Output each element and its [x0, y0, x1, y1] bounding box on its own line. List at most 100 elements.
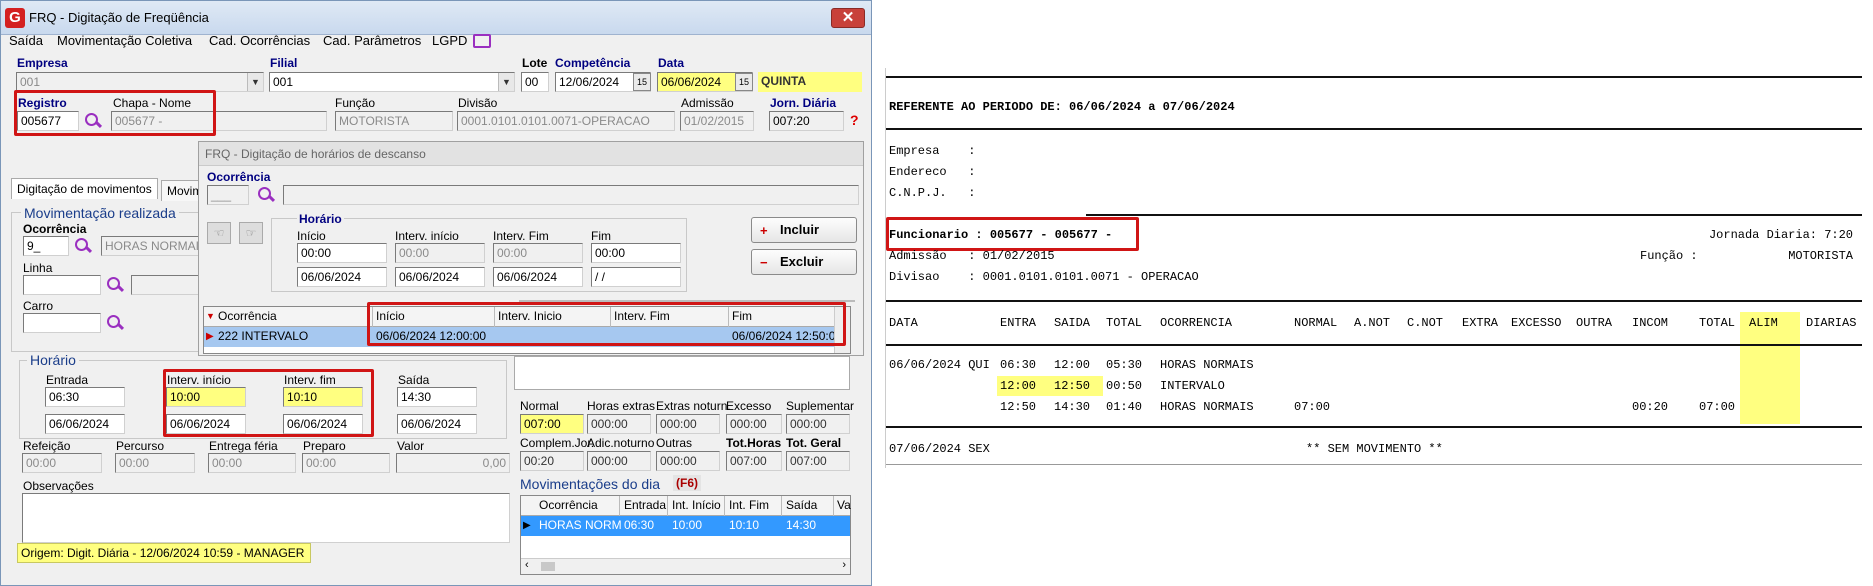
dialog-interv-fim-input[interactable]: 00:00 [493, 243, 583, 263]
suplementar-field: 000:00 [786, 414, 850, 434]
entrada-date-input[interactable]: 06/06/2024 [45, 414, 125, 434]
lgpd-icon[interactable] [473, 34, 491, 48]
col-saida[interactable]: Saída [786, 498, 817, 512]
menu-saida[interactable]: Saída [9, 33, 43, 48]
chevron-down-icon[interactable]: ▼ [498, 73, 514, 91]
hand-left-icon[interactable]: ☜ [207, 222, 231, 244]
interv-fim-label: Interv. fim [284, 373, 336, 387]
percurso-input[interactable]: 00:00 [115, 453, 195, 473]
mov-dia-title: Movimentações do dia [520, 476, 661, 492]
calendar-icon[interactable]: 15 [633, 73, 651, 91]
close-window-button[interactable]: ✕ [831, 8, 865, 28]
remove-icon: − [760, 255, 768, 270]
refeicao-input[interactable]: 00:00 [22, 453, 102, 473]
col-fim[interactable]: Fim [732, 309, 752, 323]
col-interv-inicio[interactable]: Interv. Inicio [498, 309, 562, 323]
hand-right-icon[interactable]: ☞ [239, 222, 263, 244]
filial-select[interactable]: 001 [269, 72, 515, 92]
search-icon[interactable] [74, 237, 92, 255]
sort-down-icon[interactable]: ▼ [206, 311, 215, 321]
entrada-input[interactable]: 06:30 [45, 387, 125, 407]
dialog-inicio-date[interactable]: 06/06/2024 [297, 267, 387, 287]
chevron-down-icon[interactable]: ▼ [247, 73, 263, 91]
interv-fim-date-input[interactable]: 06/06/2024 [283, 414, 363, 434]
entrega-feria-input[interactable]: 00:00 [208, 453, 296, 473]
menu-cad-ocorrencias[interactable]: Cad. Ocorrências [209, 33, 310, 48]
col-normal: NORMAL [1294, 316, 1338, 330]
help-icon[interactable]: ? [850, 112, 859, 128]
report-row1-date: 06/06/2024 QUI [889, 358, 990, 372]
vertical-scrollbar[interactable] [834, 307, 850, 353]
cell-ocorrencia: HORAS NORM [539, 518, 622, 532]
col-interv-fim[interactable]: Interv. Fim [614, 309, 670, 323]
chevron-right-icon[interactable]: › [842, 559, 846, 571]
preparo-input[interactable]: 00:00 [302, 453, 390, 473]
horas-extras-label: Horas extras [587, 399, 656, 413]
col-int-fim[interactable]: Int. Fim [729, 498, 769, 512]
app-logo-icon: G [5, 8, 25, 28]
menu-lgpd[interactable]: LGPD [432, 33, 467, 48]
jornada-field: 007:20 [769, 111, 844, 131]
report-row1-saida: 12:00 [1054, 358, 1091, 372]
registro-input[interactable]: 005677 [17, 111, 79, 131]
interv-fim-input[interactable]: 10:10 [283, 387, 363, 407]
tab-digitacao-movimentos[interactable]: Digitação de movimentos [11, 178, 158, 199]
dialog-interv-inicio-date[interactable]: 06/06/2024 [395, 267, 485, 287]
col-excesso: EXCESSO [1511, 316, 1562, 330]
dialog-interv-inicio-input[interactable]: 00:00 [395, 243, 485, 263]
tot-geral-field: 007:00 [786, 451, 850, 471]
dialog-interv-fim-date[interactable]: 06/06/2024 [493, 267, 583, 287]
table-row[interactable]: ▶ 222 INTERVALO 06/06/2024 12:00:00 06/0… [204, 327, 850, 347]
report-jornada: Jornada Diaria: 7:20 [1708, 228, 1853, 242]
observacoes-textarea[interactable] [22, 493, 510, 543]
report-empresa: Empresa : [889, 144, 976, 158]
saida-date-input[interactable]: 06/06/2024 [397, 414, 477, 434]
menu-cad-parametros[interactable]: Cad. Parâmetros [323, 33, 421, 48]
chevron-left-icon[interactable]: ‹ [525, 559, 529, 571]
search-icon[interactable] [257, 186, 275, 204]
scroll-thumb[interactable] [541, 562, 555, 571]
title-bar: G FRQ - Digitação de Freqüência ✕ [1, 1, 871, 35]
carro-input[interactable] [23, 313, 101, 333]
interv-inicio-input[interactable]: 10:00 [166, 387, 246, 407]
dialog-fim-input[interactable]: 00:00 [591, 243, 681, 263]
descanso-dialog: FRQ - Digitação de horários de descanso … [198, 141, 864, 356]
suplementar-label: Suplementar [786, 399, 855, 413]
menu-movimentacao-coletiva[interactable]: Movimentação Coletiva [57, 33, 192, 48]
empresa-select[interactable]: 001 [16, 72, 264, 92]
dialog-inicio-input[interactable]: 00:00 [297, 243, 387, 263]
valor-input[interactable]: 0,00 [396, 453, 510, 473]
extras-noturn-field: 000:00 [656, 414, 720, 434]
excluir-button[interactable]: − Excluir [751, 249, 857, 275]
incluir-button[interactable]: + Incluir [751, 217, 857, 243]
col-va[interactable]: Va [837, 498, 851, 512]
mov-detail-panel [514, 356, 850, 390]
interv-inicio-date-input[interactable]: 06/06/2024 [166, 414, 246, 434]
lote-input[interactable]: 00 [521, 72, 549, 92]
calendar-icon[interactable]: 15 [735, 73, 753, 91]
search-icon[interactable] [106, 276, 124, 294]
linha-input[interactable] [23, 275, 101, 295]
col-entrada[interactable]: Entrada [624, 498, 666, 512]
col-inicio[interactable]: Início [376, 309, 405, 323]
col-ocorrencia[interactable]: Ocorrência [218, 309, 277, 323]
carro-label: Carro [23, 299, 54, 313]
search-icon[interactable] [84, 112, 102, 130]
normal-field: 007:00 [520, 414, 584, 434]
cell-fim: 06/06/2024 12:50:00 [732, 329, 843, 343]
report-row2-total: 00:50 [1106, 379, 1143, 393]
search-icon[interactable] [106, 314, 124, 332]
col-int-inicio[interactable]: Int. Início [672, 498, 721, 512]
col-ocorrencia[interactable]: Ocorrência [539, 498, 598, 512]
mov-ocorrencia-code-input[interactable]: 9_ [23, 236, 69, 256]
dialog-fim-date[interactable]: / / [591, 267, 681, 287]
saida-label: Saída [398, 373, 430, 387]
normal-label: Normal [520, 399, 559, 413]
tot-geral-label: Tot. Geral [786, 436, 842, 450]
dialog-ocorrencia-input[interactable]: ___ [207, 185, 249, 205]
saida-input[interactable]: 14:30 [397, 387, 477, 407]
horizontal-scrollbar[interactable]: ‹ › [521, 558, 850, 574]
chapa-nome-label: Chapa - Nome [113, 96, 192, 110]
table-row[interactable]: ▶ HORAS NORM 06:30 10:00 10:10 14:30 [521, 516, 850, 536]
report-row-sex-date: 07/06/2024 SEX [889, 442, 990, 456]
